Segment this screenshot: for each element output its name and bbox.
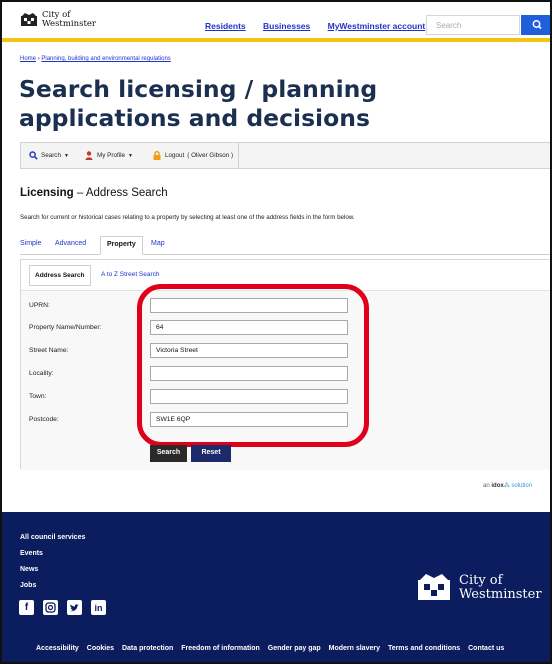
locality-label: Locality: — [29, 370, 54, 377]
property-name-label: Property Name/Number: — [29, 324, 102, 331]
footer-bottom-links: Accessibility Cookies Data protection Fr… — [36, 645, 510, 652]
search-tabs: Simple Advanced Property Map — [20, 236, 550, 255]
footer-data-protection[interactable]: Data protection — [122, 645, 173, 652]
toolbar-search-menu[interactable]: Search ▼ — [29, 143, 69, 168]
postcode-input[interactable]: SW1E 6QP — [150, 412, 348, 427]
footer-contact[interactable]: Contact us — [468, 645, 504, 652]
breadcrumb-home[interactable]: Home — [20, 56, 36, 62]
idox-suffix: solution — [511, 483, 533, 489]
toolbar-profile-label: My Profile — [97, 152, 125, 159]
facebook-icon[interactable]: f — [19, 600, 34, 615]
tab-property[interactable]: Property — [100, 236, 143, 255]
social-links: f in — [19, 600, 115, 615]
linkedin-icon[interactable]: in — [91, 600, 106, 615]
lock-icon — [153, 151, 161, 160]
search-panel: Address Search A to Z Street Search — [20, 259, 550, 470]
chevron-down-icon: ▼ — [63, 152, 69, 159]
locality-input[interactable] — [150, 366, 348, 381]
footer-modern-slavery[interactable]: Modern slavery — [329, 645, 380, 652]
footer-logo-line2: Westminster — [459, 587, 542, 602]
westminster-logo[interactable]: City of Westminster — [20, 11, 96, 29]
nav-businesses[interactable]: Businesses — [263, 21, 310, 31]
postcode-label: Postcode: — [29, 416, 59, 423]
street-name-input[interactable]: Victoria Street — [150, 343, 348, 358]
toolbar-logout-label: Logout — [165, 152, 185, 159]
search-icon — [29, 151, 38, 160]
top-nav: Residents Businesses MyWestminster accou… — [205, 21, 440, 31]
instagram-icon[interactable] — [43, 600, 58, 615]
toolbar-search-label: Search — [41, 152, 61, 159]
footer-links: All council services Events News Jobs — [20, 530, 85, 594]
site-search-button[interactable] — [521, 15, 550, 35]
uprn-label: UPRN: — [29, 302, 50, 309]
town-label: Town: — [29, 393, 47, 400]
subtab-a-to-z[interactable]: A to Z Street Search — [96, 265, 165, 286]
section-title-rest: – Address Search — [73, 187, 168, 199]
toolbar-logout[interactable]: Logout ( Oliver Gibson ) — [153, 143, 233, 168]
footer-foi[interactable]: Freedom of information — [181, 645, 260, 652]
section-title-bold: Licensing — [20, 187, 74, 199]
toolbar-user-name: ( Oliver Gibson ) — [187, 152, 234, 159]
tab-advanced[interactable]: Advanced — [55, 236, 86, 255]
idox-brand: idox — [491, 483, 504, 489]
breadcrumb: Home › Planning, building and environmen… — [20, 56, 171, 62]
footer-terms[interactable]: Terms and conditions — [388, 645, 460, 652]
user-toolbar: Search ▼ My Profile ▼ Logout ( Oliver Gi… — [20, 142, 550, 169]
footer-link-services[interactable]: All council services — [20, 530, 85, 546]
uprn-input[interactable] — [150, 298, 348, 313]
toolbar-profile-menu[interactable]: My Profile ▼ — [85, 143, 133, 168]
twitter-icon[interactable] — [67, 600, 82, 615]
breadcrumb-section[interactable]: Planning, building and environmental reg… — [41, 56, 170, 62]
logo-line2: Westminster — [42, 19, 96, 29]
toolbar-divider — [238, 143, 239, 168]
footer-gender-pay-gap[interactable]: Gender pay gap — [268, 645, 321, 652]
chevron-down-icon: ▼ — [128, 152, 133, 159]
site-header: City of Westminster Residents Businesses… — [2, 2, 550, 42]
footer-accessibility[interactable]: Accessibility — [36, 645, 79, 652]
reset-button[interactable]: Reset — [191, 445, 231, 462]
subtab-address-search[interactable]: Address Search — [29, 265, 91, 286]
town-input[interactable] — [150, 389, 348, 404]
footer-logo-line1: City of — [459, 573, 503, 588]
idox-prefix: an — [483, 483, 490, 489]
site-search-input[interactable]: Search — [426, 15, 520, 35]
nav-residents[interactable]: Residents — [205, 21, 246, 31]
street-name-label: Street Name: — [29, 347, 69, 354]
crest-icon — [21, 13, 37, 26]
footer-logo: City of Westminster — [415, 572, 542, 604]
section-intro: Search for current or historical cases r… — [20, 214, 355, 221]
idox-leaf-icon: ⁂ — [503, 483, 510, 489]
breadcrumb-separator: › — [37, 56, 40, 62]
section-title: Licensing – Address Search — [20, 187, 168, 199]
search-button[interactable]: Search — [150, 445, 187, 462]
footer-cookies[interactable]: Cookies — [87, 645, 114, 652]
nav-mywestminster[interactable]: MyWestminster account — [328, 21, 426, 31]
page-frame: City of Westminster Residents Businesses… — [0, 0, 552, 664]
footer-link-events[interactable]: Events — [20, 546, 85, 562]
tab-simple[interactable]: Simple — [20, 236, 41, 255]
site-footer: All council services Events News Jobs f … — [2, 512, 550, 662]
footer-link-jobs[interactable]: Jobs — [20, 578, 85, 594]
idox-badge[interactable]: an idox⁂ solution — [483, 482, 532, 489]
search-icon — [532, 20, 542, 30]
crest-icon — [418, 574, 450, 600]
tab-map[interactable]: Map — [151, 236, 165, 255]
property-name-input[interactable]: 64 — [150, 320, 348, 335]
footer-link-news[interactable]: News — [20, 562, 85, 578]
page-title: Search licensing / planning applications… — [19, 75, 378, 132]
user-icon — [85, 151, 93, 160]
